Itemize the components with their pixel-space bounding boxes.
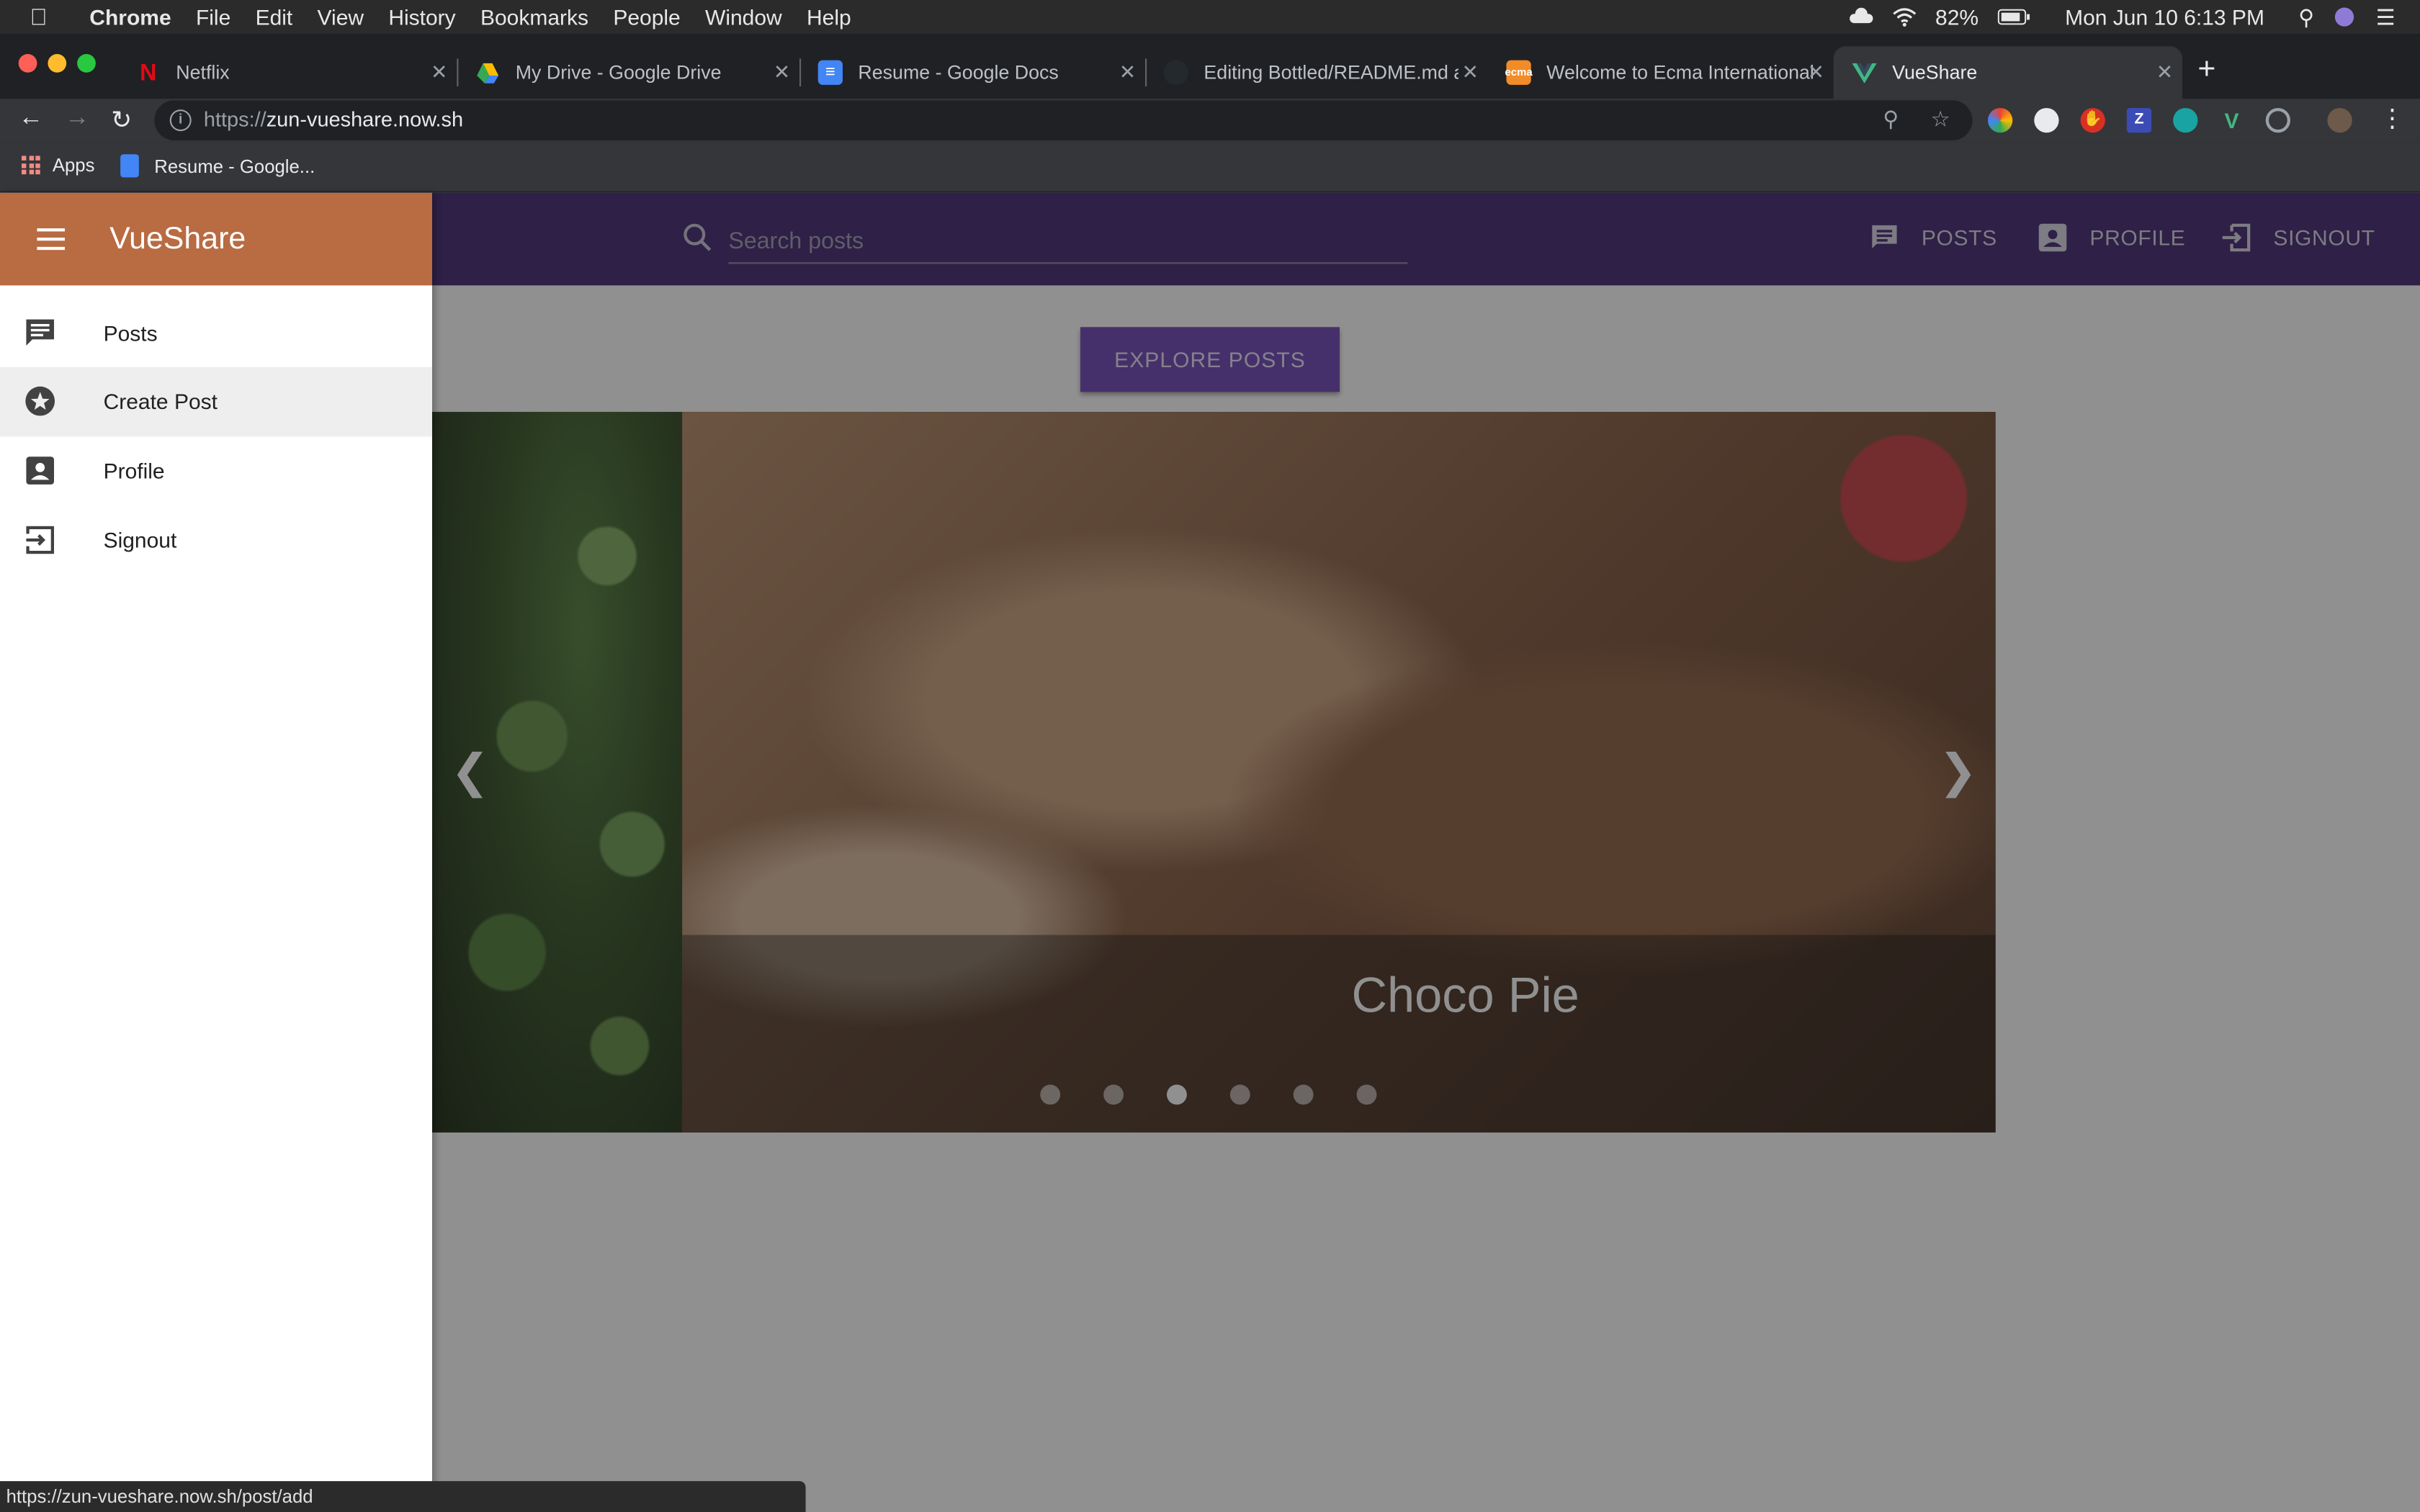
- notification-center-icon[interactable]: ☰: [2376, 4, 2396, 30]
- tab-github[interactable]: Editing Bottled/README.md at ✕: [1145, 46, 1488, 99]
- extension-color-icon[interactable]: [1988, 108, 2013, 133]
- back-button[interactable]: ←: [19, 105, 43, 133]
- window-close-button[interactable]: [18, 54, 37, 73]
- menu-history[interactable]: History: [376, 0, 468, 34]
- menubar-clock[interactable]: Mon Jun 10 6:13 PM: [2065, 4, 2264, 29]
- navigation-drawer: VueShare Posts Create Post Profile Signo…: [0, 192, 432, 1512]
- forward-button[interactable]: →: [65, 105, 89, 133]
- drawer-item-label: Create Post: [103, 389, 218, 414]
- extension-white-circle-icon[interactable]: [2034, 108, 2059, 133]
- reload-button[interactable]: ↻: [111, 105, 132, 136]
- tab-strip: N Netflix ✕ My Drive - Google Drive ✕ ≡ …: [0, 34, 2420, 99]
- url-text[interactable]: https://zun-vueshare.now.sh: [204, 108, 463, 131]
- profile-avatar[interactable]: [2327, 108, 2352, 133]
- window-zoom-button[interactable]: [77, 54, 96, 73]
- bookmark-resume[interactable]: Resume - Google...: [120, 154, 315, 178]
- close-tab-icon[interactable]: ✕: [1119, 60, 1136, 85]
- wifi-icon[interactable]: [1892, 6, 1917, 28]
- drawer-item-label: Posts: [103, 320, 158, 346]
- google-docs-icon: ≡: [817, 60, 843, 85]
- close-tab-icon[interactable]: ✕: [1458, 60, 1479, 85]
- bookmarks-bar: Apps Resume - Google...: [0, 142, 2420, 193]
- extension-teal-icon[interactable]: [2173, 108, 2198, 133]
- google-drive-icon: [477, 63, 499, 84]
- ecma-icon: ecma: [1505, 60, 1533, 85]
- battery-icon[interactable]: [1997, 6, 2031, 28]
- key-icon[interactable]: ⚲: [1883, 107, 1899, 132]
- menu-icon[interactable]: [37, 228, 65, 251]
- drawer-overlay-scrim[interactable]: [432, 192, 2420, 1512]
- tab-title: Resume - Google Docs: [858, 61, 1059, 84]
- macos-menubar:  Chrome File Edit View History Bookmark…: [0, 0, 2420, 35]
- menu-file[interactable]: File: [184, 0, 243, 34]
- star-icon: [25, 386, 55, 416]
- menu-app-name[interactable]: Chrome: [77, 0, 184, 34]
- account-box-icon: [26, 456, 54, 485]
- drawer-item-posts[interactable]: Posts: [0, 300, 432, 369]
- link-status-bar: https://zun-vueshare.now.sh/post/add: [0, 1481, 806, 1512]
- netflix-icon: N: [140, 59, 157, 86]
- drawer-item-create-post[interactable]: Create Post: [0, 366, 432, 437]
- menu-help[interactable]: Help: [794, 0, 864, 34]
- window-minimize-button[interactable]: [48, 54, 67, 73]
- cloud-icon[interactable]: [1849, 6, 1873, 28]
- close-tab-icon[interactable]: ✕: [2156, 60, 2173, 85]
- app-title[interactable]: VueShare: [109, 222, 246, 258]
- spotlight-icon[interactable]: ⚲: [2298, 4, 2314, 30]
- github-icon: [1163, 60, 1188, 85]
- tab-title: Welcome to Ecma International: [1546, 61, 1814, 84]
- menu-edit[interactable]: Edit: [243, 0, 305, 34]
- new-tab-button[interactable]: +: [2197, 53, 2215, 88]
- tab-title: My Drive - Google Drive: [515, 61, 722, 84]
- tab-vueshare[interactable]: VueShare ✕: [1833, 46, 2182, 99]
- vue-icon: [1852, 63, 1877, 84]
- extension-vue-devtools-icon[interactable]: V: [2219, 108, 2244, 132]
- tab-title: Netflix: [176, 61, 230, 84]
- menu-people[interactable]: People: [601, 0, 693, 34]
- drawer-header: VueShare: [0, 192, 432, 286]
- battery-percent: 82%: [1935, 4, 1979, 30]
- menu-view[interactable]: View: [305, 0, 376, 34]
- drawer-item-profile[interactable]: Profile: [0, 436, 432, 505]
- tab-google-docs[interactable]: ≡ Resume - Google Docs ✕: [799, 46, 1147, 99]
- browser-toolbar: ← → ↻ i https://zun-vueshare.now.sh ⚲ ☆ …: [0, 99, 2420, 143]
- chat-icon: [26, 319, 54, 346]
- drawer-item-label: Signout: [103, 527, 177, 553]
- tab-netflix[interactable]: N Netflix ✕: [117, 46, 459, 99]
- exit-icon: [26, 526, 54, 554]
- drawer-item-label: Profile: [103, 458, 165, 483]
- close-tab-icon[interactable]: ✕: [774, 60, 790, 85]
- tab-google-drive[interactable]: My Drive - Google Drive ✕: [457, 46, 802, 99]
- bookmark-star-icon[interactable]: ☆: [1931, 107, 1950, 132]
- site-info-icon[interactable]: i: [169, 109, 192, 132]
- close-tab-icon[interactable]: ✕: [431, 60, 447, 85]
- apps-grid-icon: [22, 156, 40, 175]
- address-bar[interactable]: i https://zun-vueshare.now.sh ⚲ ☆: [154, 100, 1973, 140]
- chrome-menu-icon[interactable]: ⋮: [2380, 104, 2404, 135]
- bookmark-apps[interactable]: Apps: [22, 154, 94, 176]
- siri-icon[interactable]: [2333, 6, 2357, 28]
- extension-z-icon[interactable]: Z: [2126, 108, 2152, 133]
- tab-title: VueShare: [1892, 61, 1978, 84]
- extension-target-icon[interactable]: [2265, 108, 2290, 133]
- tab-ecma[interactable]: ecma Welcome to Ecma International ✕: [1488, 46, 1834, 99]
- google-docs-icon: [120, 154, 139, 178]
- bookmark-label: Resume - Google...: [154, 155, 315, 177]
- tab-title: Editing Bottled/README.md at: [1204, 61, 1470, 84]
- apple-icon[interactable]: : [0, 4, 77, 30]
- extension-hand-icon[interactable]: ✋: [2080, 108, 2105, 133]
- menu-bookmarks[interactable]: Bookmarks: [468, 0, 601, 34]
- close-tab-icon[interactable]: ✕: [1807, 60, 1824, 85]
- menu-window[interactable]: Window: [693, 0, 794, 34]
- drawer-item-signout[interactable]: Signout: [0, 506, 432, 575]
- vueshare-app: POSTS PROFILE SIGNOUT EXPLORE POSTS Choc…: [0, 192, 2420, 1512]
- bookmark-label: Apps: [52, 154, 95, 176]
